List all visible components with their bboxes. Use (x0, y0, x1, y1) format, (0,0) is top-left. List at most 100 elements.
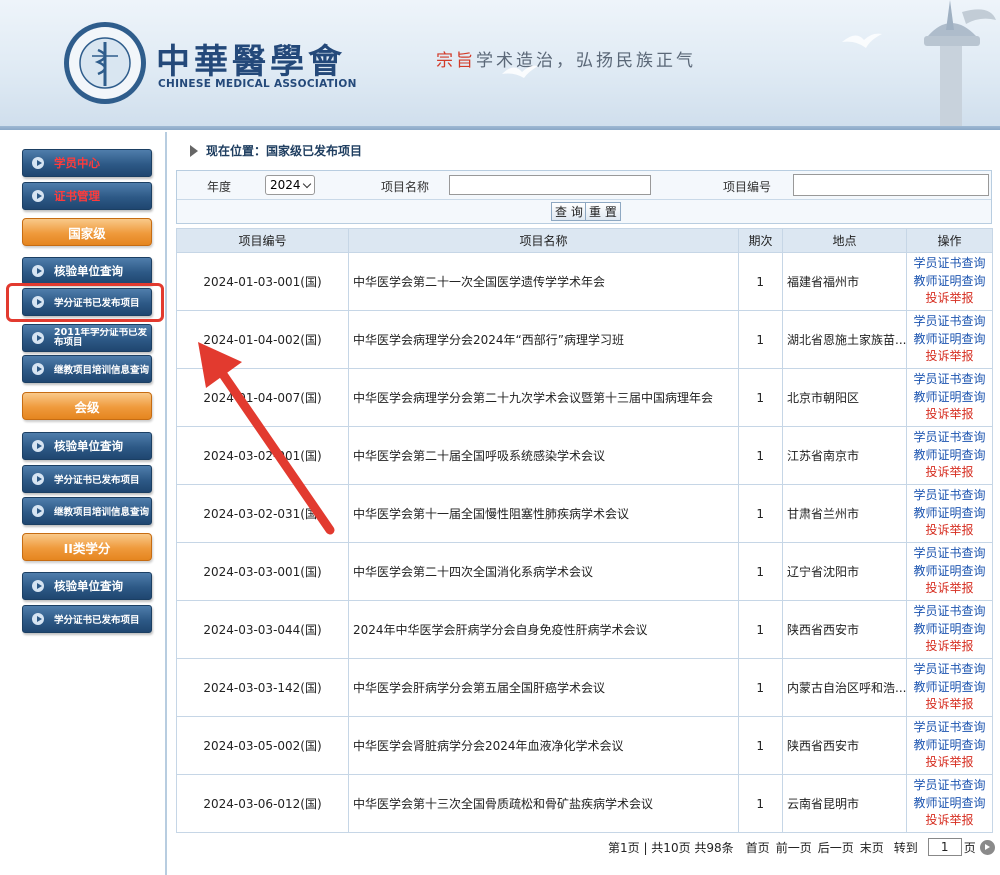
teacher-certificate-query-link[interactable]: 教师证明查询 (907, 795, 992, 813)
complaint-report-link[interactable]: 投诉举报 (907, 464, 992, 482)
cell-period: 1 (738, 774, 783, 833)
breadcrumb: 现在位置：国家级已发布项目 (190, 142, 362, 159)
student-certificate-query-link[interactable]: 学员证书查询 (907, 371, 992, 389)
complaint-report-link[interactable]: 投诉举报 (907, 638, 992, 656)
sidebar-group-class-ii: II类学分 (22, 533, 152, 561)
cell-project-name: 中华医学会第二十届全国呼吸系统感染学术会议 (348, 426, 739, 485)
table-row: 2024-03-03-142(国) 中华医学会肝病学分会第五届全国肝癌学术会议 1 内… (176, 658, 993, 717)
cell-project-code: 2024-03-05-002(国) (176, 716, 349, 775)
student-certificate-query-link[interactable]: 学员证书查询 (907, 487, 992, 505)
column-header-location: 地点 (782, 228, 907, 253)
goto-label: 转到 (893, 840, 918, 855)
cell-location: 江苏省南京市 (782, 426, 907, 485)
year-label: 年度 (207, 180, 232, 194)
chevron-right-icon (32, 157, 44, 169)
complaint-report-link[interactable]: 投诉举报 (907, 348, 992, 366)
student-certificate-query-link[interactable]: 学员证书查询 (907, 545, 992, 563)
cell-project-name: 中华医学会第十一届全国慢性阻塞性肺疾病学术会议 (348, 484, 739, 543)
chevron-right-icon (32, 440, 44, 452)
cell-period: 1 (738, 658, 783, 717)
reset-button[interactable]: 重 置 (585, 202, 621, 221)
cell-project-code: 2024-03-03-142(国) (176, 658, 349, 717)
student-certificate-query-link[interactable]: 学员证书查询 (907, 255, 992, 273)
first-page-link[interactable]: 首页 (746, 839, 770, 856)
sidebar-item-student-center[interactable]: 学员中心 (22, 149, 152, 177)
sidebar-item-label: 2011年学分证书已发布项目 (54, 328, 147, 348)
sidebar-item-label: 学分证书已发布项目 (54, 475, 140, 486)
teacher-certificate-query-link[interactable]: 教师证明查询 (907, 273, 992, 291)
sidebar-item-published-projects-association[interactable]: 学分证书已发布项目 (22, 465, 152, 493)
complaint-report-link[interactable]: 投诉举报 (907, 580, 992, 598)
play-triangle-icon (190, 144, 198, 157)
teacher-certificate-query-link[interactable]: 教师证明查询 (907, 389, 992, 407)
chevron-right-icon (32, 265, 44, 277)
sidebar-item-label: 核验单位查询 (54, 579, 123, 593)
sidebar-item-label: 核验单位查询 (54, 439, 123, 453)
teacher-certificate-query-link[interactable]: 教师证明查询 (907, 563, 992, 581)
search-form: 年度 2024 项目名称 项目编号 查 询 重 置 (176, 170, 992, 224)
sidebar-item-verify-unit-national[interactable]: 核验单位查询 (22, 257, 152, 285)
teacher-certificate-query-link[interactable]: 教师证明查询 (907, 737, 992, 755)
cell-operations: 学员证书查询 教师证明查询 投诉举报 (906, 716, 993, 775)
teacher-certificate-query-link[interactable]: 教师证明查询 (907, 447, 992, 465)
sidebar-item-training-info-association[interactable]: 继教项目培训信息查询 (22, 497, 152, 525)
student-certificate-query-link[interactable]: 学员证书查询 (907, 313, 992, 331)
project-name-input[interactable] (449, 175, 651, 195)
cell-operations: 学员证书查询 教师证明查询 投诉举报 (906, 368, 993, 427)
cell-period: 1 (738, 368, 783, 427)
cell-project-code: 2024-01-03-001(国) (176, 252, 349, 311)
cell-operations: 学员证书查询 教师证明查询 投诉举报 (906, 310, 993, 369)
student-certificate-query-link[interactable]: 学员证书查询 (907, 777, 992, 795)
sidebar-group-association: 会级 (22, 392, 152, 420)
complaint-report-link[interactable]: 投诉举报 (907, 754, 992, 772)
sidebar-item-published-projects-class-ii[interactable]: 学分证书已发布项目 (22, 605, 152, 633)
complaint-report-link[interactable]: 投诉举报 (907, 406, 992, 424)
cell-project-code: 2024-03-03-001(国) (176, 542, 349, 601)
chevron-right-icon (32, 505, 44, 517)
cell-location: 北京市朝阳区 (782, 368, 907, 427)
teacher-certificate-query-link[interactable]: 教师证明查询 (907, 679, 992, 697)
chevron-right-icon (32, 363, 44, 375)
teacher-certificate-query-link[interactable]: 教师证明查询 (907, 505, 992, 523)
student-certificate-query-link[interactable]: 学员证书查询 (907, 661, 992, 679)
page-info: 第1页 | 共10页 共98条 (608, 840, 734, 855)
cell-project-name: 2024年中华医学会肝病学分会自身免疫性肝病学术会议 (348, 600, 739, 659)
chevron-down-icon (302, 179, 312, 189)
cell-period: 1 (738, 426, 783, 485)
next-page-link[interactable]: 后一页 (818, 839, 854, 856)
student-certificate-query-link[interactable]: 学员证书查询 (907, 429, 992, 447)
cell-operations: 学员证书查询 教师证明查询 投诉举报 (906, 484, 993, 543)
complaint-report-link[interactable]: 投诉举报 (907, 522, 992, 540)
last-page-link[interactable]: 末页 (860, 839, 884, 856)
student-certificate-query-link[interactable]: 学员证书查询 (907, 719, 992, 737)
year-select[interactable]: 2024 (265, 175, 315, 195)
sidebar-item-training-info-national[interactable]: 继教项目培训信息查询 (22, 355, 152, 383)
logo-english-text: CHINESE MEDICAL ASSOCIATION (158, 78, 357, 90)
go-arrow-icon[interactable] (979, 839, 995, 855)
table-row: 2024-03-03-001(国) 中华医学会第二十四次全国消化系病学术会议 1 辽宁… (176, 542, 993, 601)
student-certificate-query-link[interactable]: 学员证书查询 (907, 603, 992, 621)
sidebar-item-certificate-management[interactable]: 证书管理 (22, 182, 152, 210)
sidebar-item-verify-unit-association[interactable]: 核验单位查询 (22, 432, 152, 460)
cell-project-name: 中华医学会病理学分会第二十九次学术会议暨第十三届中国病理年会 (348, 368, 739, 427)
cell-operations: 学员证书查询 教师证明查询 投诉举报 (906, 252, 993, 311)
cell-location: 云南省昆明市 (782, 774, 907, 833)
red-arrow-annotation-icon (198, 342, 335, 535)
cell-operations: 学员证书查询 教师证明查询 投诉举报 (906, 774, 993, 833)
column-header-name: 项目名称 (348, 228, 739, 253)
page-number-input[interactable]: 1 (927, 838, 962, 856)
sidebar-item-verify-unit-class-ii[interactable]: 核验单位查询 (22, 572, 152, 600)
project-code-input[interactable] (793, 174, 989, 196)
teacher-certificate-query-link[interactable]: 教师证明查询 (907, 331, 992, 349)
page-suffix-label: 页 (963, 840, 976, 855)
query-button[interactable]: 查 询 (551, 202, 587, 221)
cell-location: 甘肃省兰州市 (782, 484, 907, 543)
cell-project-name: 中华医学会第二十一次全国医学遗传学学术年会 (348, 252, 739, 311)
sidebar-item-2011-published-projects[interactable]: 2011年学分证书已发布项目 (22, 324, 152, 352)
complaint-report-link[interactable]: 投诉举报 (907, 696, 992, 714)
teacher-certificate-query-link[interactable]: 教师证明查询 (907, 621, 992, 639)
prev-page-link[interactable]: 前一页 (776, 839, 812, 856)
complaint-report-link[interactable]: 投诉举报 (907, 812, 992, 830)
complaint-report-link[interactable]: 投诉举报 (907, 290, 992, 308)
cell-location: 湖北省恩施土家族苗... (782, 310, 907, 369)
